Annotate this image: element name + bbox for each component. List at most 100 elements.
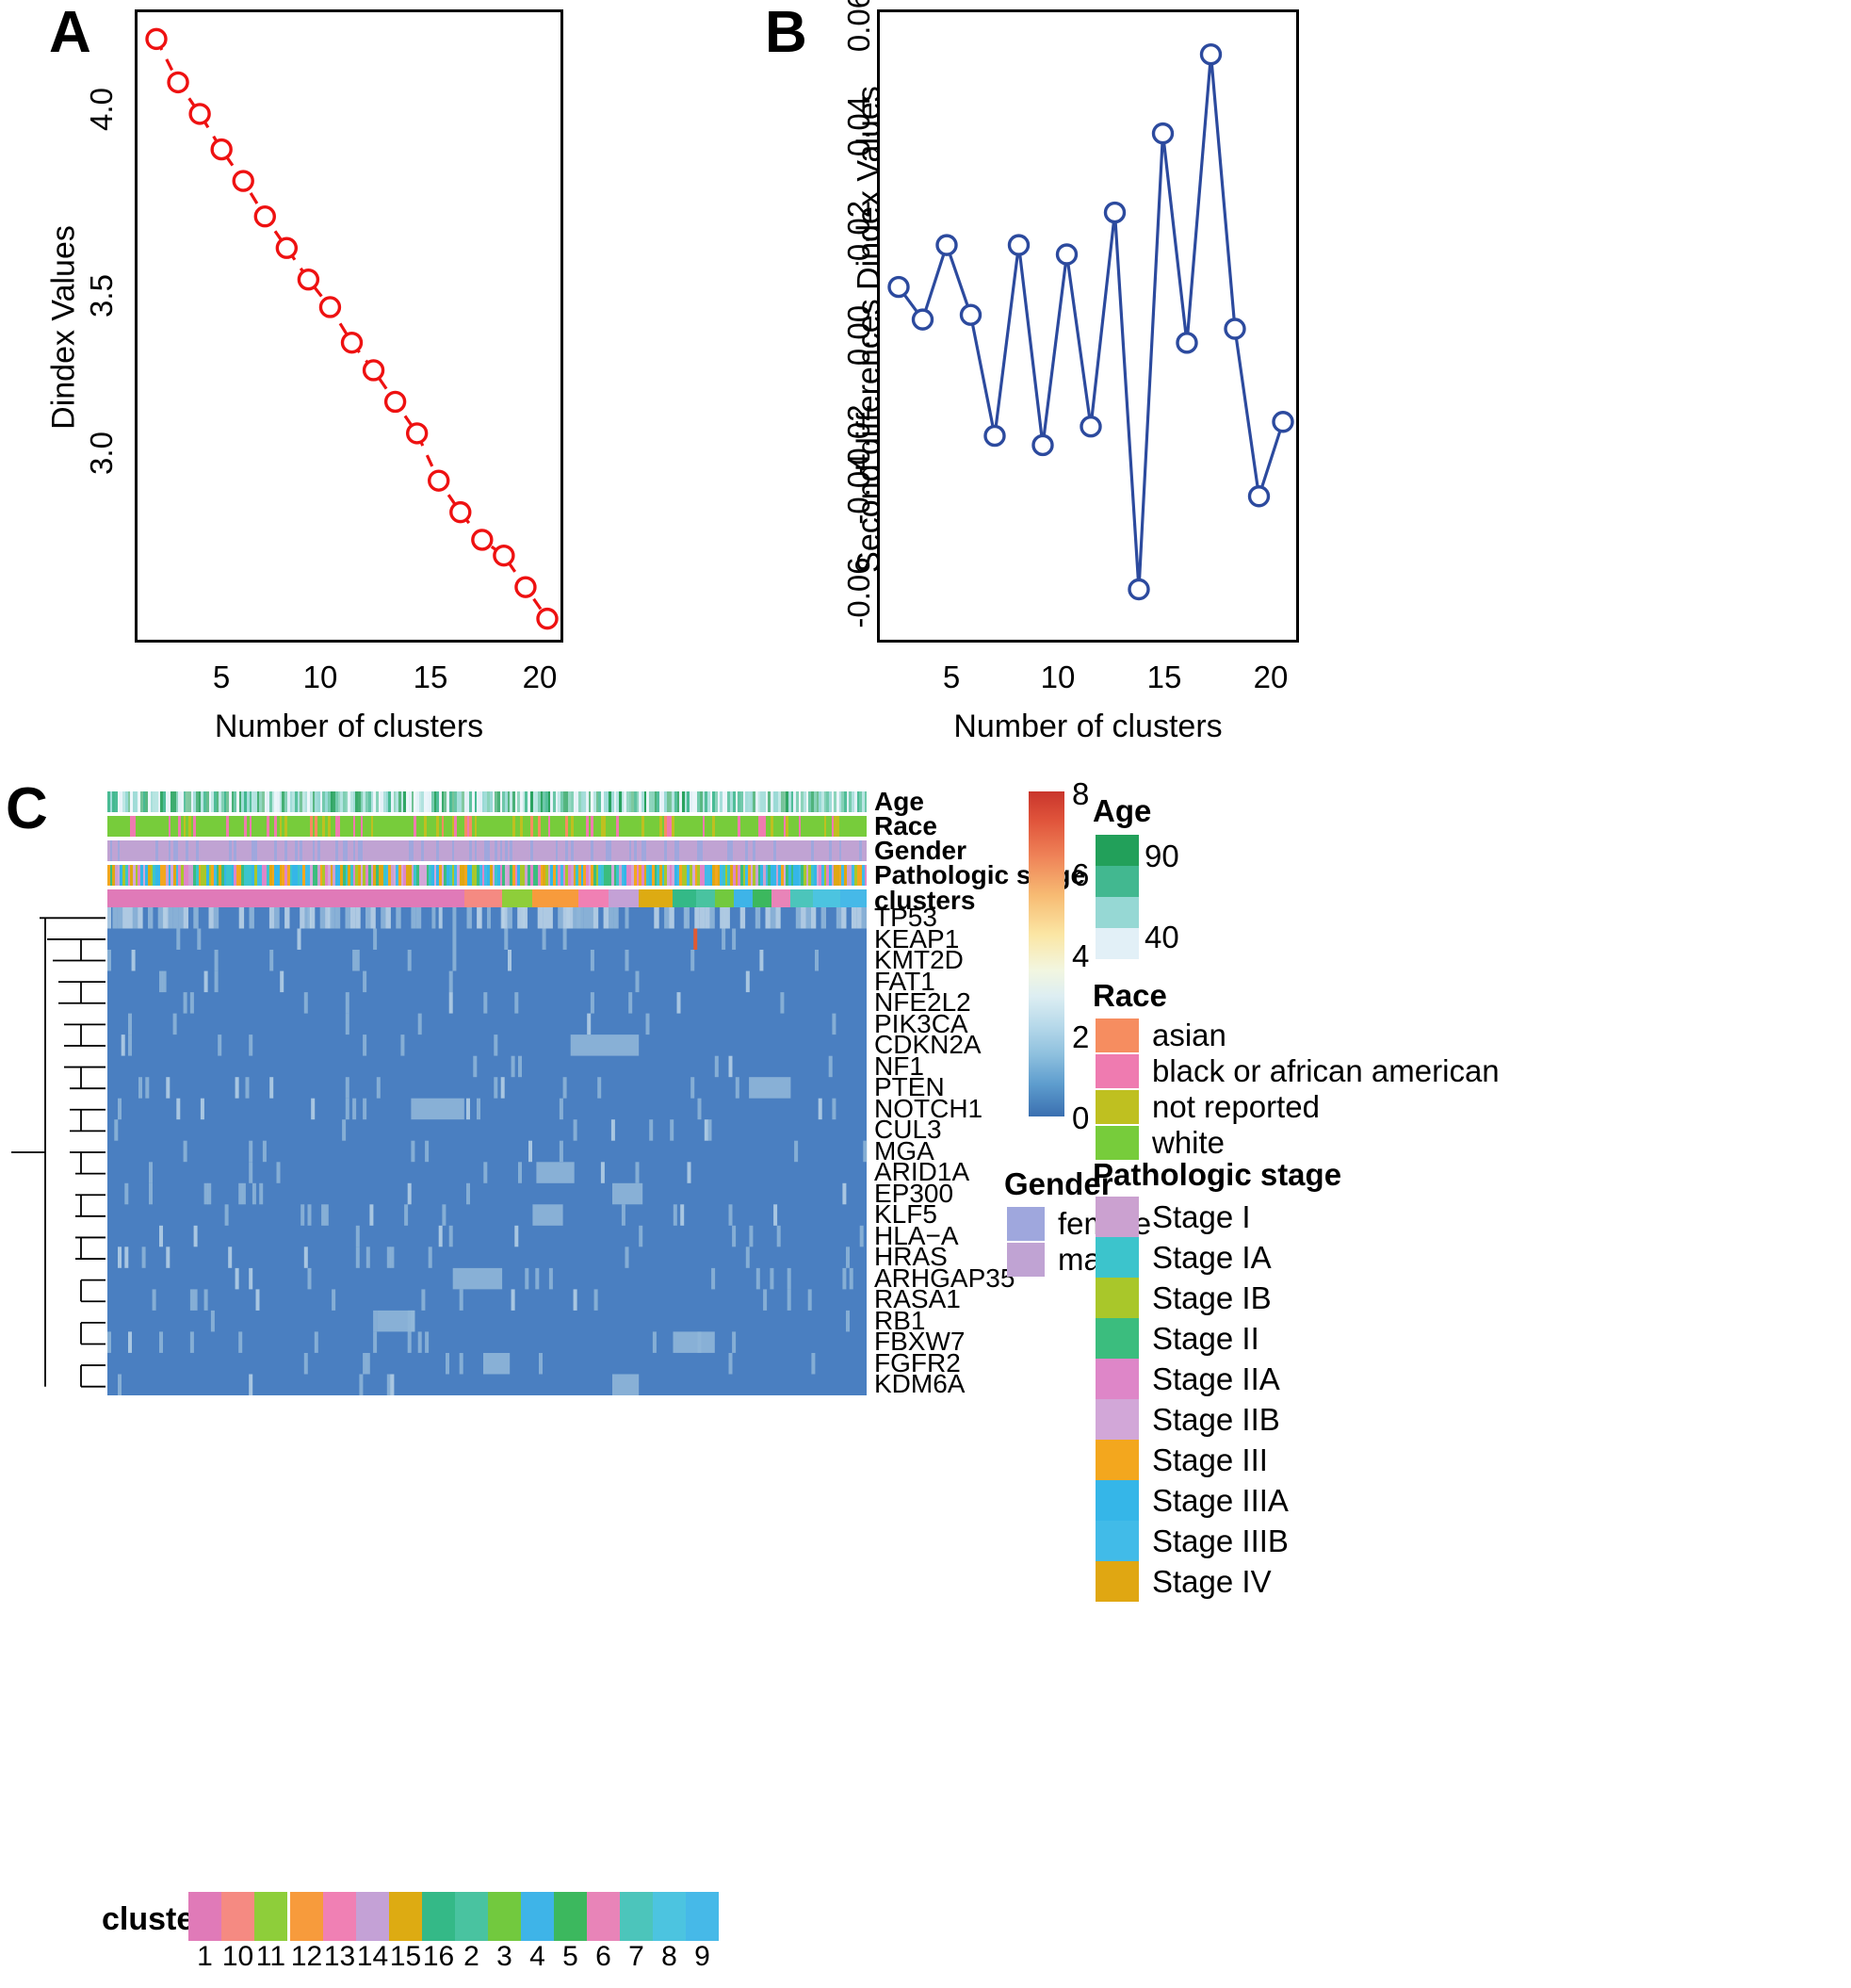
legend-stage-title: Pathologic stage — [1093, 1157, 1342, 1192]
legend-stage-item: Stage IIA — [1096, 1359, 1289, 1399]
legend-stage-label: Stage IB — [1152, 1279, 1272, 1315]
panel-b-ytick--0.04: -0.04 — [841, 453, 876, 525]
panel-a-ytick-4.0: 4.0 — [84, 88, 119, 131]
colorbar-tick: 6 — [1072, 857, 1090, 892]
panel-a-plot-area — [135, 9, 563, 643]
panel-b-x-axis-title: Number of clusters — [953, 709, 1223, 744]
legend-cluster-swatch — [653, 1892, 686, 1941]
legend-stage-item: Stage IB — [1096, 1278, 1289, 1318]
annotation-track-stack — [107, 791, 868, 916]
legend-cluster-number: 8 — [661, 1941, 677, 1972]
legend-stage-swatch — [1096, 1440, 1139, 1480]
legend-stage-label: Stage II — [1152, 1320, 1259, 1356]
legend-race-label: not reported — [1152, 1089, 1320, 1124]
heatmap-colorbar — [1029, 791, 1064, 1116]
legend-stage-item: Stage III — [1096, 1440, 1289, 1480]
legend-stage-item: Stage II — [1096, 1318, 1289, 1359]
legend-cluster-number: 10 — [221, 1941, 254, 1972]
colorbar-tick: 8 — [1072, 776, 1090, 811]
legend-cluster-swatch — [521, 1892, 554, 1941]
panel-b-xtick-5: 5 — [942, 660, 961, 694]
legend-race-swatch — [1096, 1126, 1139, 1160]
legend-cluster-swatch — [554, 1892, 587, 1941]
panel-a-xtick-5: 5 — [212, 660, 231, 694]
legend-cluster-number: 16 — [422, 1941, 455, 1972]
legend-stage-swatch — [1096, 1399, 1139, 1440]
legend-age-title: Age — [1093, 793, 1152, 828]
legend-stage-label: Stage IIIA — [1152, 1482, 1289, 1518]
legend-stage-label: Stage IIB — [1152, 1401, 1280, 1437]
annotation-track-pathologic-stage — [107, 865, 868, 886]
legend-stage-swatch — [1096, 1278, 1139, 1318]
legend-stage-label: Stage IV — [1152, 1563, 1272, 1599]
legend-stage-item: Stage IIIB — [1096, 1521, 1289, 1561]
panel-a-ytick-3.0: 3.0 — [84, 432, 119, 475]
legend-cluster-number: 2 — [463, 1941, 479, 1972]
legend-cluster-swatch — [620, 1892, 653, 1941]
legend-race-item: not reported — [1096, 1089, 1500, 1125]
panel-b-ytick-0.00: 0.00 — [841, 304, 876, 367]
panel-b-xtick-20: 20 — [1253, 660, 1289, 694]
legend-race-label: asian — [1152, 1018, 1226, 1052]
legend-cluster-number: 7 — [628, 1941, 644, 1972]
legend-cluster-number: 14 — [356, 1941, 389, 1972]
legend-stage-label: Stage I — [1152, 1198, 1251, 1234]
panel-b-ytick-0.06: 0.06 — [841, 0, 876, 53]
legend-age-swatch — [1096, 835, 1139, 866]
panel-a-xtick-20: 20 — [522, 660, 558, 694]
legend-gender-swatch — [1007, 1243, 1045, 1277]
legend-race-title: Race — [1093, 978, 1167, 1013]
annotation-cell — [864, 840, 868, 861]
panel-b-letter: B — [765, 0, 807, 65]
legend-race-label: white — [1152, 1125, 1226, 1160]
annotation-cell — [864, 816, 868, 837]
legend-stage-swatch — [1096, 1561, 1139, 1602]
annotation-track-race — [107, 816, 868, 837]
panel-b-xtick-10: 10 — [1040, 660, 1076, 694]
legend-cluster-number: 9 — [694, 1941, 710, 1972]
legend-stage-swatch — [1096, 1359, 1139, 1399]
legend-cluster-number: 6 — [595, 1941, 611, 1972]
panel-a-letter: A — [49, 0, 91, 65]
panel-a-x-axis-title: Number of clusters — [214, 709, 484, 744]
legend-race-swatch — [1096, 1018, 1139, 1052]
panel-a-series-svg — [145, 27, 559, 630]
annotation-cell — [864, 791, 868, 812]
legend-age-swatch — [1096, 866, 1139, 897]
legend-stage-swatch — [1096, 1237, 1139, 1278]
panel-b-plot-area — [877, 9, 1299, 643]
legend-cluster-number: 3 — [496, 1941, 512, 1972]
legend-cluster-swatch — [455, 1892, 488, 1941]
legend-stage-swatch — [1096, 1318, 1139, 1359]
legend-cluster-number: 11 — [255, 1941, 286, 1972]
legend-stage-label: Stage III — [1152, 1442, 1268, 1477]
legend-age-swatch — [1096, 897, 1139, 928]
annotation-track-age — [107, 791, 868, 812]
colorbar-tick: 4 — [1072, 938, 1090, 973]
panel-a-xtick-10: 10 — [302, 660, 338, 694]
panel-c-letter: C — [6, 776, 48, 841]
gene-row-label: KDM6A — [874, 1369, 966, 1399]
panel-b-ytick-0.04: 0.04 — [841, 95, 876, 157]
legend-cluster-swatch — [356, 1892, 389, 1941]
legend-stage-items: Stage I Stage IA Stage IB Stage II Stage IIA… — [1096, 1197, 1289, 1602]
legend-race-swatch — [1096, 1090, 1139, 1124]
colorbar-tick: 0 — [1072, 1100, 1090, 1135]
legend-race-item: asian — [1096, 1018, 1500, 1053]
legend-stage-label: Stage IIA — [1152, 1361, 1280, 1396]
heatmap-cells — [107, 907, 868, 1395]
legend-clusters-swatches — [188, 1892, 719, 1941]
legend-cluster-number: 5 — [562, 1941, 578, 1972]
legend-clusters-numbers: 1 10 11 12 13 14 15 16 2 3 4 5 6 7 8 9 — [188, 1941, 719, 1973]
legend-stage-item: Stage IA — [1096, 1237, 1289, 1278]
panel-b-xtick-15: 15 — [1146, 660, 1182, 694]
legend-gender-swatch — [1007, 1207, 1045, 1241]
row-dendrogram — [11, 917, 106, 1388]
legend-age-swatches — [1096, 835, 1139, 959]
legend-stage-item: Stage IV — [1096, 1561, 1289, 1602]
annotation-cell — [864, 865, 868, 886]
legend-race-items: asian black or african american not report… — [1096, 1018, 1500, 1161]
legend-cluster-swatch — [290, 1892, 323, 1941]
panel-a-xtick-15: 15 — [413, 660, 448, 694]
legend-age-top-label: 90 — [1145, 839, 1179, 873]
